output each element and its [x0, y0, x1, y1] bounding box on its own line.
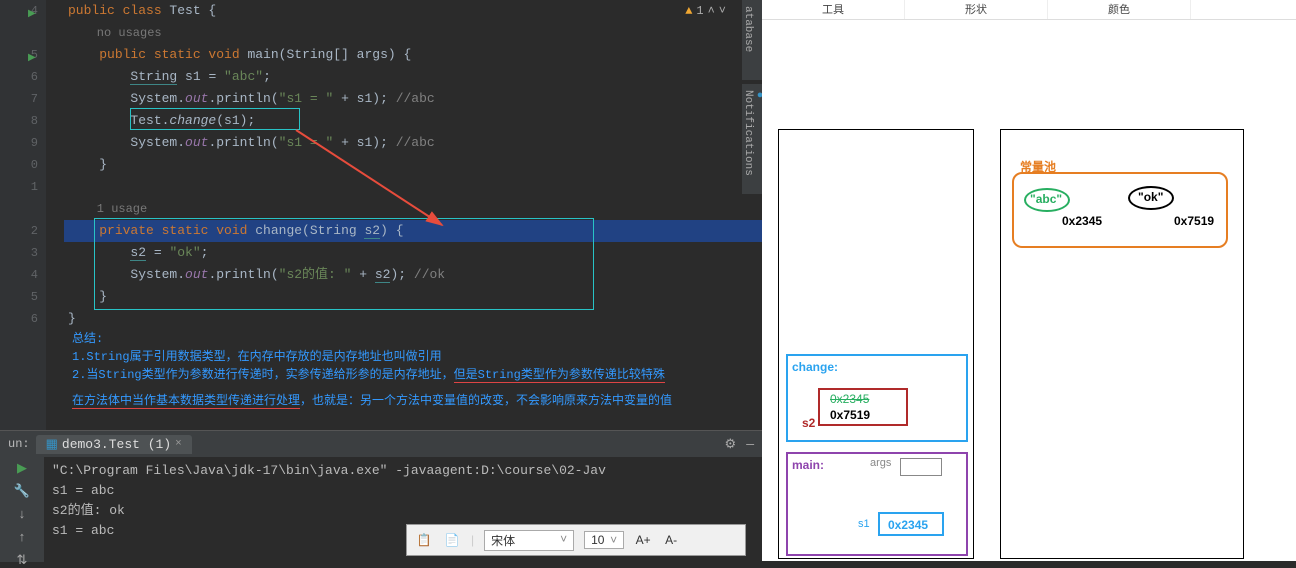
increase-font-icon[interactable]: A+ — [634, 533, 652, 547]
minimize-icon[interactable]: — — [746, 437, 754, 452]
run-label: un: — [8, 437, 30, 451]
run-toolbar: un: ▦ demo3.Test (1) × ⚙ — — [0, 431, 762, 457]
formatting-toolbar[interactable]: 📋 📄 | 宋体 ˅ 10 ˅ A+ A- — [406, 524, 746, 556]
decrease-font-icon[interactable]: A- — [662, 533, 680, 547]
run-config-icon: ▦ — [46, 437, 58, 452]
args-box — [900, 458, 942, 476]
wrench-icon[interactable]: 🔧 — [14, 484, 30, 499]
ok-text: "ok" — [1138, 190, 1163, 204]
main-frame-label: main: — [792, 458, 824, 472]
diagram-tabs[interactable]: 工具 形状 颜色 — [762, 0, 1296, 20]
s2-label: s2 — [802, 416, 815, 430]
close-icon[interactable]: × — [175, 438, 182, 450]
change-frame-label: change: — [792, 360, 838, 374]
font-select[interactable]: 宋体 ˅ — [484, 530, 574, 551]
gear-icon[interactable]: ⚙ — [725, 437, 737, 452]
run-side-toolbar: ▶ 🔧 ↓ ↑ ⇅ — [0, 457, 44, 562]
s1-label: s1 — [858, 518, 870, 530]
annotation-notes: 总结: 1.String属于引用数据类型，在内存中存放的是内存地址也叫做引用 2… — [72, 330, 672, 410]
tab-tools[interactable]: 工具 — [762, 0, 905, 19]
tab-colors[interactable]: 颜色 — [1048, 0, 1191, 19]
font-size-select[interactable]: 10 ˅ — [584, 531, 624, 549]
editor-gutter[interactable]: 4▶ 5▶ 6 7 8 9 0 1 2 3 4 5 6 — [0, 0, 46, 430]
copy-icon[interactable]: 📄 — [443, 533, 461, 547]
diagram-pane: 工具 形状 颜色 常量池 "abc" 0x2345 "ok" 0x7519 ch… — [762, 0, 1296, 561]
s2-old-value: 0x2345 — [830, 392, 869, 406]
arrow-down-icon[interactable]: ↓ — [18, 507, 26, 522]
run-tab[interactable]: ▦ demo3.Test (1) × — [36, 435, 192, 454]
args-label: args — [870, 457, 891, 469]
tab-shapes[interactable]: 形状 — [905, 0, 1048, 19]
code-editor-pane: ▲ 1 ˄ ˅ atabase ● Notifications 4▶ 5▶ 6 … — [0, 0, 762, 561]
s1-value: 0x2345 — [888, 518, 928, 532]
diagram-canvas[interactable]: 常量池 "abc" 0x2345 "ok" 0x7519 change: s2 … — [762, 20, 1296, 560]
abc-addr: 0x2345 — [1062, 214, 1102, 228]
abc-text: "abc" — [1030, 192, 1062, 206]
arrow-up-icon[interactable]: ↑ — [18, 530, 26, 545]
s2-value: 0x7519 — [830, 408, 870, 422]
rerun-icon[interactable]: ▶ — [17, 461, 27, 476]
paste-icon[interactable]: 📋 — [415, 533, 433, 547]
ok-addr: 0x7519 — [1174, 214, 1214, 228]
